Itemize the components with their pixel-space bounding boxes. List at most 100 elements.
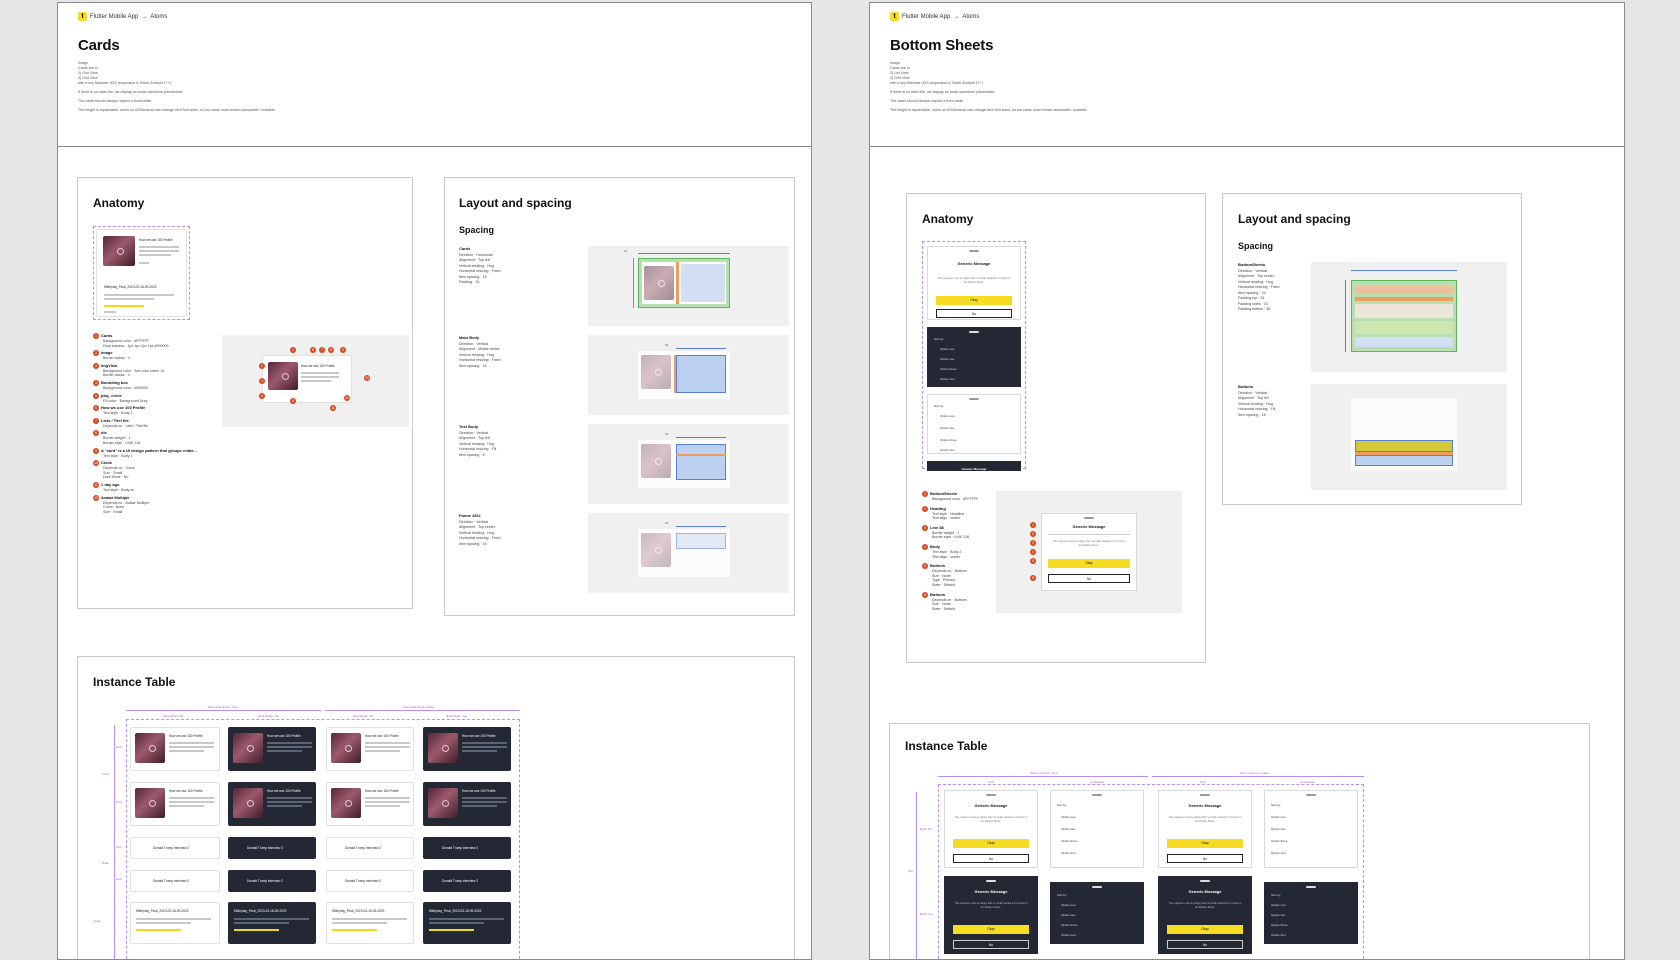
- sheet-handle[interactable]: [1200, 794, 1210, 796]
- row-label: Data: [102, 861, 109, 865]
- instance-card[interactable]: How we use 100 Profile: [326, 727, 414, 771]
- sort-option[interactable]: Option three: [940, 438, 957, 442]
- instance-card-compact-dark[interactable]: Donald Trump interview 2: [423, 870, 511, 892]
- instance-card-compact-dark[interactable]: Donald Trump interview 2: [228, 837, 316, 859]
- sheet-handle[interactable]: [1306, 794, 1316, 796]
- instance-card-compact[interactable]: Donald Trump interview 2: [130, 870, 220, 892]
- instance-card-dark[interactable]: How we use 100 Profile: [423, 782, 511, 826]
- no-button: No: [1048, 574, 1130, 583]
- column-group-label: Show File Name: False: [403, 705, 435, 709]
- no-button[interactable]: No: [936, 309, 1012, 318]
- sheet-handle[interactable]: [1200, 880, 1210, 882]
- breadcrumb-project[interactable]: Flutter Mobile App: [902, 14, 950, 20]
- sheet-handle[interactable]: [986, 880, 996, 882]
- sort-option[interactable]: Option four: [940, 377, 955, 381]
- no-button[interactable]: No: [1167, 940, 1243, 949]
- no-button[interactable]: No: [1167, 854, 1243, 863]
- instance-card-compact-dark[interactable]: Donald Trump interview 2: [423, 837, 511, 859]
- sort-option[interactable]: Option three: [1271, 923, 1288, 927]
- sort-option[interactable]: Option four: [940, 448, 955, 452]
- card-text-line: [301, 380, 331, 382]
- instance-sheet-dark[interactable]: Generic Message The engineers may be hap…: [1158, 876, 1252, 954]
- sheet-handle[interactable]: [969, 398, 979, 400]
- instance-sort-sheet[interactable]: Sort by Option one Option two Option thr…: [1264, 790, 1358, 868]
- sort-option[interactable]: Option three: [1061, 923, 1078, 927]
- instance-card-dark[interactable]: How we use 100 Profile: [228, 782, 316, 826]
- sort-option[interactable]: Option three: [1061, 839, 1078, 843]
- instance-sort-sheet[interactable]: Sort by Option one Option two Option thr…: [1050, 790, 1144, 868]
- instance-sheet[interactable]: Generic Message The engineers may be hap…: [944, 790, 1038, 868]
- instance-card-upload-dark[interactable]: MMeplay_Final_2023-03-18-09-2023: [423, 902, 511, 944]
- instance-card[interactable]: How we use 100 Profile: [130, 782, 220, 826]
- instance-card[interactable]: How we use 100 Profile: [326, 782, 414, 826]
- desc-line: The height is expandable, users on iOS/A…: [78, 108, 276, 112]
- measure-line: [676, 348, 726, 349]
- sort-option[interactable]: Option two: [1061, 827, 1075, 831]
- no-button[interactable]: No: [953, 854, 1029, 863]
- sort-option[interactable]: Option one: [1271, 903, 1286, 907]
- sort-option[interactable]: Option one: [1061, 903, 1076, 907]
- breadcrumb-project[interactable]: Flutter Mobile App: [90, 14, 138, 20]
- sort-option[interactable]: Option two: [1271, 827, 1285, 831]
- instance-sort-sheet-dark[interactable]: Sort by Option one Option two Option thr…: [1050, 882, 1144, 944]
- sort-option[interactable]: Option four: [1061, 851, 1076, 855]
- anatomy-preview: Generic Message The engineers may be hap…: [996, 491, 1182, 613]
- heading-highlight: [1355, 286, 1453, 294]
- instance-card-compact-dark[interactable]: Donald Trump interview 2: [228, 870, 316, 892]
- instance-card-compact[interactable]: Donald Trump interview 2: [326, 870, 414, 892]
- sort-option[interactable]: Option three: [940, 367, 957, 371]
- spacing-preview-cards: 16: [588, 246, 789, 326]
- instance-card-upload-dark[interactable]: MMeplay_Final_2023-03-18-09-2023: [228, 902, 316, 944]
- instance-sheet[interactable]: Generic Message The engineers may be hap…: [1158, 790, 1252, 868]
- sheet-handle[interactable]: [1092, 794, 1102, 796]
- instance-card-compact[interactable]: Donald Trump interview 2: [130, 837, 220, 859]
- okay-button[interactable]: Okay: [1167, 925, 1243, 934]
- card-thumbnail: [641, 444, 671, 478]
- sort-option[interactable]: Option two: [1271, 913, 1285, 917]
- breadcrumb-section[interactable]: Atoms: [962, 14, 979, 20]
- instance-card-upload[interactable]: MMeplay_Final_2023-03-18-09-2023: [326, 902, 414, 944]
- no-button[interactable]: No: [953, 940, 1029, 949]
- breadcrumb-section[interactable]: Atoms: [150, 14, 167, 20]
- instance-sort-sheet-dark[interactable]: Sort by Option one Option two Option thr…: [1264, 882, 1358, 944]
- instance-card[interactable]: How we use 100 Profile: [130, 727, 220, 771]
- card-text-line: [169, 746, 214, 748]
- card-thumbnail: [135, 788, 165, 818]
- sort-option[interactable]: Option four: [1061, 933, 1076, 937]
- okay-button[interactable]: Okay: [936, 296, 1012, 305]
- sort-option[interactable]: Option one: [1061, 815, 1076, 819]
- anatomy-card[interactable]: How we use 100 Profile MMeplay_Final_202…: [96, 229, 187, 317]
- bottom-sheet-dark[interactable]: Generic Message: [927, 461, 1021, 471]
- spacing-block-frame: Frame 2811 Direction · Vertical Alignment…: [459, 513, 501, 546]
- anatomy-item: 2 Heading Text style · Headline Text align …: [922, 505, 1002, 521]
- instance-card-dark[interactable]: How we use 100 Profile: [228, 727, 316, 771]
- sort-option[interactable]: Option four: [1271, 933, 1286, 937]
- sort-option[interactable]: Option one: [940, 414, 955, 418]
- sort-option[interactable]: Option two: [1061, 913, 1075, 917]
- sort-option[interactable]: Option three: [1271, 839, 1288, 843]
- sort-option[interactable]: Option two: [940, 357, 954, 361]
- sheet-handle[interactable]: [1306, 886, 1316, 888]
- okay-button[interactable]: Okay: [953, 839, 1029, 848]
- bottom-sheet-light[interactable]: Generic Message The engineers may be hap…: [927, 246, 1021, 320]
- sheet-handle[interactable]: [986, 794, 996, 796]
- sort-option[interactable]: Option four: [1271, 851, 1286, 855]
- sheet-handle[interactable]: [969, 250, 979, 252]
- card-file-name: MMeplay_Final_2023-03-18-09-2023: [429, 909, 482, 913]
- breadcrumb[interactable]: t Flutter Mobile App → Atoms: [78, 12, 167, 21]
- instance-card-dark[interactable]: How we use 100 Profile: [423, 727, 511, 771]
- sort-sheet-light[interactable]: Sort by Option one Option two Option thr…: [927, 394, 1021, 454]
- sort-option[interactable]: Option one: [940, 347, 955, 351]
- sheet-handle[interactable]: [969, 331, 979, 333]
- cards-doc-frame: t Flutter Mobile App → Atoms Cards Image…: [57, 2, 812, 960]
- sort-sheet-dark[interactable]: Sort by Option one Option two Option thr…: [927, 327, 1021, 387]
- instance-sheet-dark[interactable]: Generic Message The engineers may be hap…: [944, 876, 1038, 954]
- instance-card-compact[interactable]: Donald Trump interview 2: [326, 837, 414, 859]
- instance-card-upload[interactable]: MMeplay_Final_2023-03-18-09-2023: [130, 902, 220, 944]
- sheet-handle[interactable]: [1092, 886, 1102, 888]
- sort-option[interactable]: Option two: [940, 426, 954, 430]
- okay-button[interactable]: Okay: [953, 925, 1029, 934]
- breadcrumb[interactable]: t Flutter Mobile App → Atoms: [890, 12, 979, 21]
- okay-button[interactable]: Okay: [1167, 839, 1243, 848]
- sort-option[interactable]: Option one: [1271, 815, 1286, 819]
